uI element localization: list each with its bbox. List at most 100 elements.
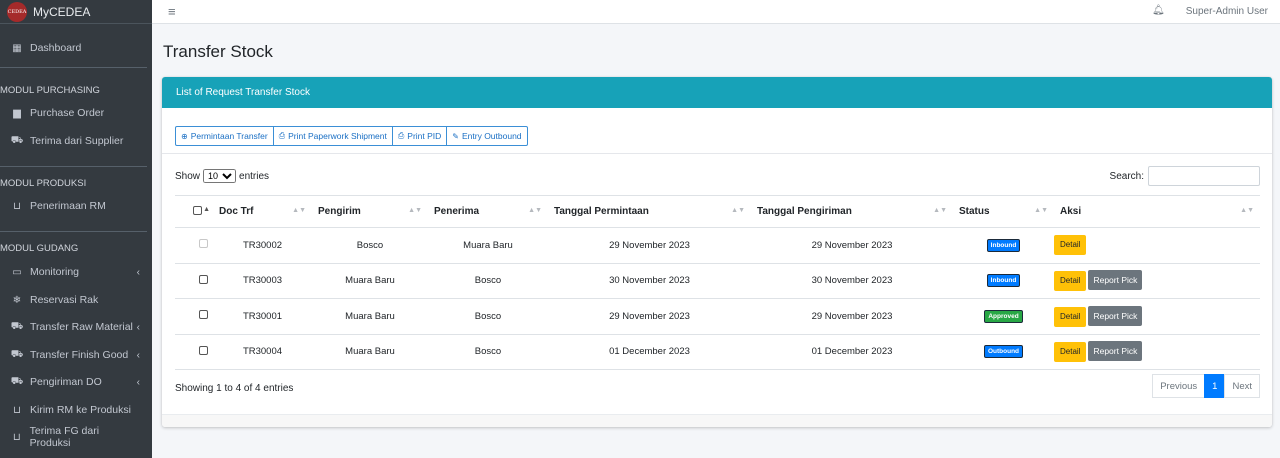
chevron-left-icon: ‹ bbox=[136, 321, 140, 333]
sidebar-divider bbox=[0, 166, 147, 167]
bell-icon[interactable]: 🔔︎ bbox=[1152, 5, 1165, 16]
column-status[interactable]: Status ▲▼ bbox=[953, 195, 1054, 228]
sort-icon: ▲▼ bbox=[731, 207, 745, 214]
brand-logo: CEDEA bbox=[7, 1, 27, 22]
cell-penerima: Bosco bbox=[428, 334, 548, 370]
sidebar-item-label: Penerimaan RM bbox=[30, 200, 106, 212]
brand-name: MyCEDEA bbox=[33, 4, 91, 19]
column-tanggal-pengiriman[interactable]: Tanggal Pengiriman ▲▼ bbox=[751, 195, 953, 228]
sidebar-item-monitoring[interactable]: ▭ Monitoring ‹ bbox=[10, 262, 140, 282]
divider bbox=[162, 153, 1272, 154]
report-pick-button[interactable]: Report Pick bbox=[1088, 270, 1143, 291]
row-checkbox[interactable] bbox=[199, 345, 208, 355]
sidebar-item-kirim-rm[interactable]: ⊔ Kirim RM ke Produksi bbox=[10, 400, 140, 420]
truck-icon: ⛟ bbox=[10, 320, 24, 332]
print-paperwork-button[interactable]: ⎙ Print Paperwork Shipment bbox=[272, 126, 393, 146]
table-info: Showing 1 to 4 of 4 entries bbox=[175, 383, 294, 394]
show-entries: Show 10 entries bbox=[175, 169, 269, 183]
sidebar-item-terima-fg[interactable]: ⊔ Terima FG dari Produksi bbox=[10, 425, 140, 449]
cell-penerima: Bosco bbox=[428, 298, 548, 335]
cell-pengirim: Muara Baru bbox=[312, 334, 428, 370]
cell-tanggal-permintaan: 29 November 2023 bbox=[548, 298, 751, 335]
cell-penerima: Muara Baru bbox=[428, 227, 548, 264]
cell-pengirim: Muara Baru bbox=[312, 263, 428, 299]
hamburger-menu-icon[interactable]: ≡ bbox=[168, 4, 176, 19]
sidebar-item-terima-supplier[interactable]: ⛟ Terima dari Supplier bbox=[10, 131, 140, 151]
column-aksi[interactable]: Aksi ▲▼ bbox=[1054, 195, 1260, 228]
report-pick-button[interactable]: Report Pick bbox=[1088, 341, 1143, 362]
sidebar-header-gudang: MODUL GUDANG bbox=[0, 243, 79, 254]
print-pid-button[interactable]: ⎙ Print PID bbox=[391, 126, 448, 146]
search-label: Search: bbox=[1109, 170, 1144, 182]
sidebar-item-transfer-finish-good[interactable]: ⛟ Transfer Finish Good ‹ bbox=[10, 345, 140, 365]
select-all-header[interactable]: ▲ bbox=[175, 195, 213, 228]
sidebar-item-label: Dashboard bbox=[30, 42, 82, 54]
cell-tanggal-permintaan: 01 December 2023 bbox=[548, 334, 751, 370]
detail-button[interactable]: Detail bbox=[1054, 235, 1087, 256]
entries-select[interactable]: 10 bbox=[203, 169, 237, 183]
cell-tanggal-permintaan: 30 November 2023 bbox=[548, 263, 751, 299]
print-icon: ⎙ bbox=[278, 131, 286, 140]
brand[interactable]: CEDEA MyCEDEA bbox=[0, 0, 152, 24]
sidebar-item-penerimaan-rm[interactable]: ⊔ Penerimaan RM bbox=[10, 196, 140, 216]
permintaan-transfer-button[interactable]: ⊕ Permintaan Transfer bbox=[175, 126, 274, 146]
chevron-left-icon: ‹ bbox=[136, 376, 140, 388]
show-label: Show bbox=[175, 170, 201, 182]
row-checkbox[interactable] bbox=[199, 274, 208, 284]
sidebar-item-dashboard[interactable]: ▦ Dashboard bbox=[10, 38, 140, 58]
table-row: TR30002 Bosco Muara Baru 29 November 202… bbox=[175, 227, 1260, 264]
sidebar-header-produksi: MODUL PRODUKSI bbox=[0, 178, 87, 189]
row-checkbox bbox=[199, 239, 208, 249]
box-icon: ▆ bbox=[13, 107, 21, 119]
sidebar-item-label: Monitoring bbox=[30, 266, 80, 278]
search-input[interactable] bbox=[1148, 166, 1260, 186]
sidebar-header-purchasing: MODUL PURCHASING bbox=[0, 85, 100, 96]
sidebar-item-label: Transfer Finish Good bbox=[30, 349, 129, 361]
toolbar: ⊕ Permintaan Transfer ⎙ Print Paperwork … bbox=[175, 126, 528, 146]
detail-button[interactable]: Detail bbox=[1054, 306, 1087, 327]
next-button[interactable]: Next bbox=[1224, 374, 1260, 398]
sidebar-item-pengiriman-do[interactable]: ⛟ Pengiriman DO ‹ bbox=[10, 372, 140, 392]
user-menu[interactable]: Super-Admin User bbox=[1186, 6, 1268, 17]
chevron-left-icon: ‹ bbox=[136, 349, 140, 361]
sidebar-item-label: Purchase Order bbox=[30, 107, 105, 119]
laptop-icon: ▭ bbox=[12, 266, 22, 278]
report-pick-button[interactable]: Report Pick bbox=[1088, 305, 1143, 326]
page-title: Transfer Stock bbox=[163, 42, 273, 61]
previous-button[interactable]: Previous bbox=[1152, 374, 1206, 398]
row-checkbox[interactable] bbox=[199, 310, 208, 320]
cell-doc: TR30003 bbox=[213, 263, 312, 299]
status-badge: Outbound bbox=[983, 345, 1024, 359]
sort-icon: ▲▼ bbox=[1240, 207, 1254, 214]
chevron-left-icon: ‹ bbox=[136, 266, 140, 278]
dolly-icon: ⊔ bbox=[13, 200, 21, 212]
cell-penerima: Bosco bbox=[428, 263, 548, 299]
button-label: Entry Outbound bbox=[462, 131, 522, 141]
pagination: Previous 1 Next bbox=[1152, 374, 1260, 398]
truck-icon: ⛟ bbox=[10, 134, 24, 146]
snowflake-icon: ❄ bbox=[12, 294, 22, 306]
column-tanggal-permintaan[interactable]: Tanggal Permintaan ▲▼ bbox=[548, 195, 751, 228]
sort-icon: ▲▼ bbox=[528, 207, 542, 214]
card-footer bbox=[162, 414, 1272, 427]
select-all-checkbox[interactable] bbox=[193, 205, 202, 215]
sidebar-item-transfer-raw-material[interactable]: ⛟ Transfer Raw Material ‹ bbox=[10, 317, 140, 337]
cell-tanggal-pengiriman: 29 November 2023 bbox=[751, 298, 953, 335]
column-penerima[interactable]: Penerima ▲▼ bbox=[428, 195, 548, 228]
entry-outbound-button[interactable]: ✎ Entry Outbound bbox=[446, 126, 528, 146]
column-pengirim[interactable]: Pengirim ▲▼ bbox=[312, 195, 428, 228]
transfer-card: List of Request Transfer Stock ⊕ Permint… bbox=[162, 77, 1272, 427]
column-doc-trf[interactable]: Doc Trf ▲▼ bbox=[213, 195, 312, 228]
sidebar-item-label: Pengiriman DO bbox=[30, 376, 102, 388]
cell-doc: TR30002 bbox=[213, 227, 312, 264]
sidebar-item-reservasi-rak[interactable]: ❄ Reservasi Rak bbox=[10, 290, 140, 310]
dolly-icon: ⊔ bbox=[12, 431, 21, 443]
detail-button[interactable]: Detail bbox=[1054, 271, 1087, 292]
table-row: TR30003 Muara Baru Bosco 30 November 202… bbox=[175, 263, 1260, 299]
page-1-button[interactable]: 1 bbox=[1204, 374, 1226, 398]
search: Search: bbox=[1110, 166, 1260, 186]
button-label: Print Paperwork Shipment bbox=[288, 131, 387, 141]
detail-button[interactable]: Detail bbox=[1054, 342, 1087, 363]
sidebar-item-purchase-order[interactable]: ▆ Purchase Order bbox=[10, 103, 140, 123]
sort-icon: ▲▼ bbox=[1034, 207, 1048, 214]
